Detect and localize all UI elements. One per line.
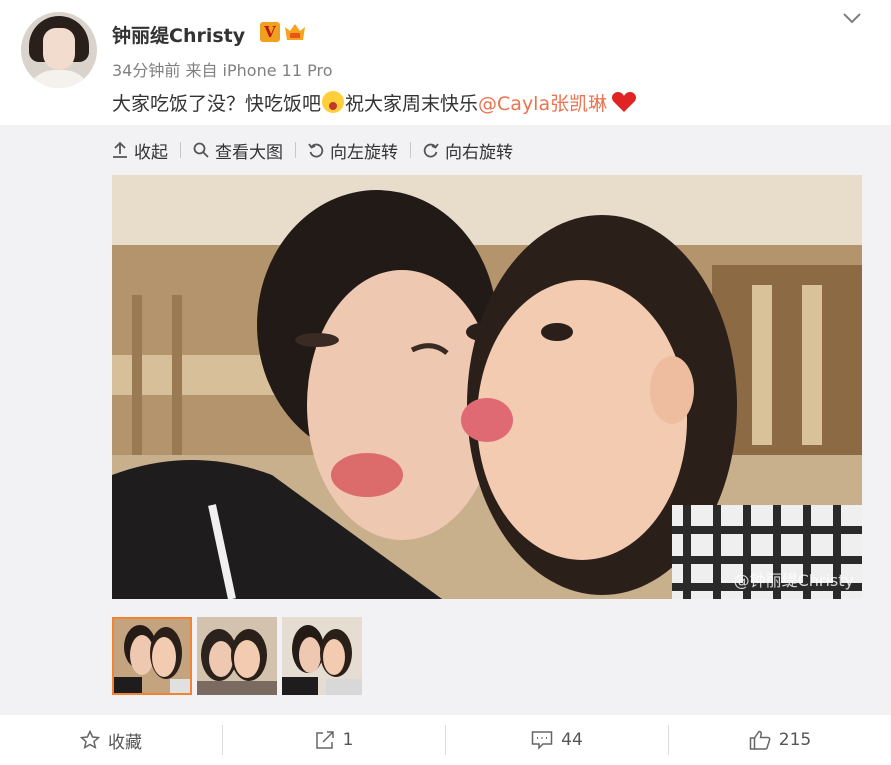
photo-watermark: @钟丽缇Christy (733, 571, 854, 590)
member-crown-icon[interactable] (283, 20, 307, 44)
thumbnail-image (197, 617, 277, 695)
comment-button[interactable]: 44 (446, 725, 668, 755)
thumbnail-strip (112, 617, 367, 695)
repost-count: 1 (342, 730, 354, 750)
action-bar: 收藏 1 44 215 (0, 715, 891, 765)
comment-count: 44 (561, 730, 583, 750)
heart-emoji-icon (612, 92, 637, 112)
mention-link[interactable]: @Cayla张凯琳 (478, 93, 607, 115)
rotate-right-button[interactable]: 向右旋转 (423, 138, 513, 163)
favorite-label: 收藏 (108, 732, 142, 753)
toolbar-divider (180, 142, 181, 158)
post-time[interactable]: 34分钟前 (112, 61, 180, 80)
rotate-left-label: 向左旋转 (330, 142, 398, 163)
rotate-right-icon (423, 143, 439, 158)
post-photo[interactable]: @钟丽缇Christy (112, 175, 862, 599)
media-panel: 收起 查看大图 向左旋转 向右旋转 @钟丽缇Christy (0, 125, 891, 715)
share-icon (315, 731, 334, 749)
selfie-photo-image (112, 175, 862, 599)
post-text: 大家吃饭了没？快吃饭吧 祝大家周末快乐@Cayla张凯琳 (112, 89, 637, 116)
surprised-face-emoji-icon (322, 91, 345, 113)
rotate-right-label: 向右旋转 (445, 142, 513, 163)
post-text-part2: 祝大家周末快乐 (345, 93, 479, 115)
user-name[interactable]: 钟丽缇Christy (112, 21, 245, 48)
repost-button[interactable]: 1 (223, 725, 445, 755)
avatar[interactable] (21, 12, 97, 88)
media-toolbar: 收起 查看大图 向左旋转 向右旋转 (112, 138, 513, 163)
toolbar-divider (295, 142, 296, 158)
thumbnail-3[interactable] (282, 617, 362, 695)
favorite-button[interactable]: 收藏 (0, 725, 222, 755)
collapse-label: 收起 (134, 142, 168, 163)
like-button[interactable]: 215 (669, 725, 891, 755)
post-text-part1: 大家吃饭了没？快吃饭吧 (112, 93, 322, 115)
star-icon (80, 730, 100, 749)
comment-icon (531, 731, 553, 750)
rotate-left-icon (308, 143, 324, 158)
verified-badge-icon[interactable]: V (260, 22, 280, 42)
thumbnail-1[interactable] (112, 617, 192, 695)
post-source: 来自 iPhone 11 Pro (185, 61, 333, 80)
view-large-label: 查看大图 (215, 142, 283, 163)
rotate-left-button[interactable]: 向左旋转 (308, 138, 398, 163)
thumbs-up-icon (749, 730, 771, 750)
thumbnail-2[interactable] (197, 617, 277, 695)
search-icon (193, 142, 209, 158)
upload-arrow-icon (113, 141, 127, 158)
chevron-down-icon[interactable] (842, 10, 862, 26)
thumbnail-image (112, 617, 192, 695)
post-meta: 34分钟前 来自 iPhone 11 Pro (112, 57, 332, 81)
like-count: 215 (778, 730, 812, 750)
toolbar-divider (410, 142, 411, 158)
collapse-button[interactable]: 收起 (112, 138, 168, 163)
post-header: 钟丽缇Christy V 34分钟前 来自 iPhone 11 Pro 大家吃饭… (0, 0, 891, 125)
thumbnail-image (282, 617, 362, 695)
view-large-button[interactable]: 查看大图 (193, 138, 283, 163)
